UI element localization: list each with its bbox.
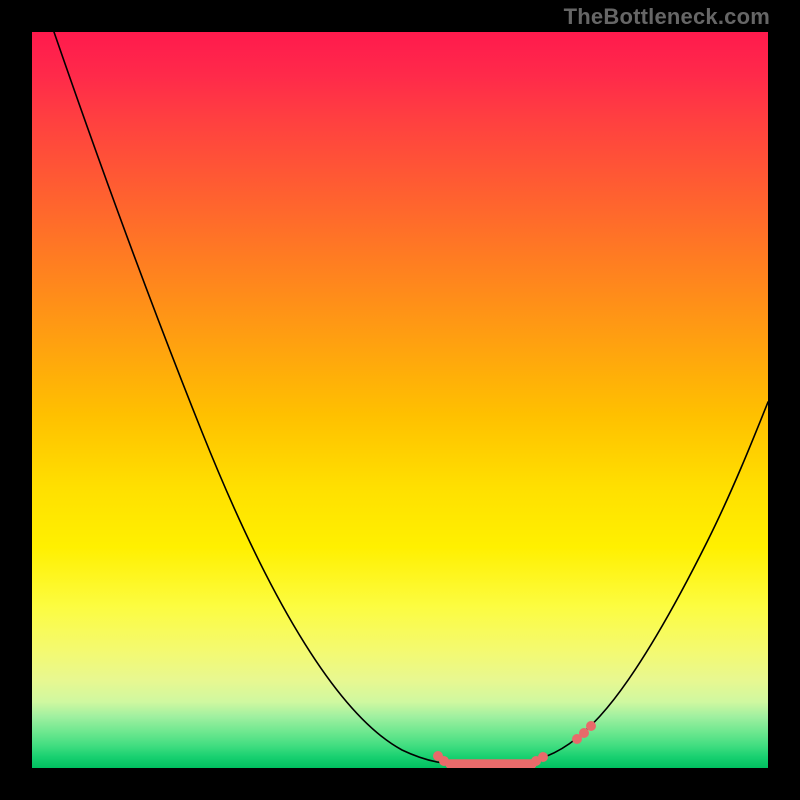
watermark-text: TheBottleneck.com (564, 4, 770, 30)
marker-dot (538, 752, 548, 762)
chart-svg (32, 32, 768, 768)
marker-dot (586, 721, 596, 731)
highlight-markers (433, 721, 596, 766)
curve-group (54, 32, 768, 765)
plot-area (32, 32, 768, 768)
bottleneck-curve (54, 32, 768, 765)
chart-frame: TheBottleneck.com (0, 0, 800, 800)
